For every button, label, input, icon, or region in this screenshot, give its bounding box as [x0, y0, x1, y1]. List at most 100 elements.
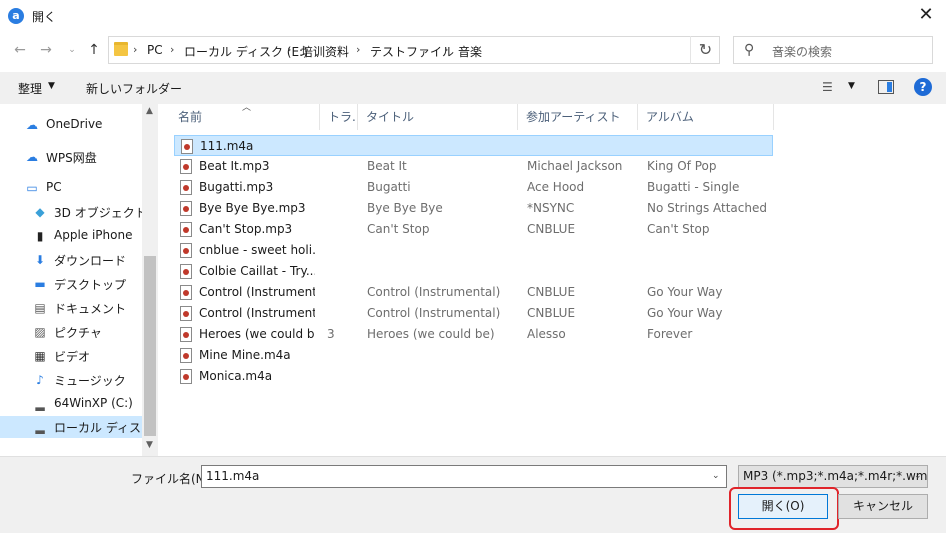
- audio-file-icon: [180, 243, 192, 258]
- help-button[interactable]: ?: [914, 78, 932, 96]
- sidebar-item-music[interactable]: ♪ ミュージック: [0, 369, 142, 391]
- open-button[interactable]: 開く(O): [738, 494, 828, 519]
- sort-ascending-icon: ︿: [242, 103, 252, 113]
- folder-icon: [114, 42, 128, 56]
- preview-pane-icon: [887, 82, 892, 92]
- arrow-left-icon: ←: [14, 42, 26, 58]
- breadcrumb-pc[interactable]: PC: [147, 43, 163, 57]
- cube-icon: ◆: [35, 205, 45, 219]
- sidebar-item-3d-objects[interactable]: ◆ 3D オブジェクト: [0, 201, 142, 223]
- scroll-up-icon[interactable]: ▲: [146, 106, 153, 116]
- chevron-down-icon: ⌄: [68, 45, 76, 55]
- preview-pane-button[interactable]: [878, 80, 894, 94]
- file-row[interactable]: Control (Instrument... Control (Instrume…: [174, 303, 773, 324]
- breadcrumb-music[interactable]: 音楽: [458, 43, 482, 60]
- file-row[interactable]: Beat It.mp3 Beat It Michael Jackson King…: [174, 156, 773, 177]
- sidebar-item-wps[interactable]: ☁ WPS网盘: [0, 146, 142, 168]
- file-row[interactable]: Bye Bye Bye.mp3 Bye Bye Bye *NSYNC No St…: [174, 198, 773, 219]
- back-button[interactable]: ←: [10, 40, 30, 60]
- help-icon: ?: [919, 80, 927, 94]
- cancel-button[interactable]: キャンセル: [838, 494, 928, 519]
- caret-down-icon[interactable]: ▼: [848, 81, 855, 91]
- file-row[interactable]: Bugatti.mp3 Bugatti Ace Hood Bugatti - S…: [174, 177, 773, 198]
- column-header-title[interactable]: タイトル: [358, 104, 518, 130]
- sidebar-item-onedrive[interactable]: ☁ OneDrive: [0, 114, 142, 136]
- refresh-icon: ↻: [698, 40, 713, 59]
- breadcrumb-training[interactable]: 培训资料: [301, 43, 349, 60]
- breadcrumb-separator: ›: [356, 43, 361, 56]
- drive-icon: ▂: [35, 397, 45, 411]
- file-row[interactable]: Can't Stop.mp3 Can't Stop CNBLUE Can't S…: [174, 219, 773, 240]
- breadcrumb-separator: ›: [133, 43, 138, 56]
- up-button[interactable]: ↑: [84, 40, 104, 60]
- arrow-up-icon: ↑: [88, 42, 100, 58]
- sidebar-item-desktop[interactable]: ▬ デスクトップ: [0, 273, 142, 295]
- filetype-select[interactable]: MP3 (*.mp3;*.m4a;*.m4r;*.wma;: [738, 465, 928, 488]
- picture-icon: ▨: [34, 325, 46, 339]
- app-icon: a: [8, 8, 24, 24]
- sidebar-item-drive-e[interactable]: ▂ ローカル ディスク (E: [0, 416, 142, 438]
- sidebar-item-pictures[interactable]: ▨ ピクチャ: [0, 321, 142, 343]
- sidebar-item-videos[interactable]: ▦ ビデオ: [0, 345, 142, 367]
- sidebar-item-iphone[interactable]: ▮ Apple iPhone: [0, 225, 142, 247]
- audio-file-icon: [180, 180, 192, 195]
- document-icon: ▤: [34, 301, 46, 315]
- command-bar: 整理 ▼ 新しいフォルダー ☰ ▼: [0, 72, 946, 104]
- video-icon: ▦: [34, 349, 46, 363]
- caret-down-icon: ▼: [48, 81, 55, 91]
- audio-file-icon: [180, 369, 192, 384]
- chevron-down-icon[interactable]: ⌄: [712, 471, 720, 481]
- file-row[interactable]: 111.m4a: [174, 135, 773, 156]
- audio-file-icon: [180, 201, 192, 216]
- new-folder-button[interactable]: 新しいフォルダー: [86, 80, 182, 97]
- search-icon: ⚲: [744, 42, 755, 58]
- scrollbar-thumb[interactable]: [144, 256, 156, 436]
- download-icon: ⬇: [34, 253, 46, 267]
- filename-input[interactable]: 111.m4a: [201, 465, 727, 488]
- breadcrumb-separator: ›: [287, 43, 292, 56]
- window-title: 開く: [32, 10, 57, 24]
- chevron-down-icon[interactable]: ⌄: [914, 471, 922, 481]
- desktop-icon: ▬: [34, 277, 46, 291]
- close-icon: ✕: [918, 4, 934, 25]
- search-box[interactable]: ⚲ 音楽の検索: [733, 36, 933, 64]
- audio-file-icon: [180, 264, 192, 279]
- breadcrumb-separator: ›: [170, 43, 175, 56]
- music-icon: ♪: [36, 373, 44, 387]
- file-row[interactable]: Control (Instrument... Control (Instrume…: [174, 282, 773, 303]
- sidebar-item-drive-c[interactable]: ▂ 64WinXP (C:): [0, 393, 142, 415]
- audio-file-icon: [180, 285, 192, 300]
- drive-icon: ▂: [35, 420, 45, 434]
- sidebar-item-downloads[interactable]: ⬇ ダウンロード: [0, 249, 142, 271]
- audio-file-icon: [180, 327, 192, 342]
- sidebar-scrollbar[interactable]: ▲ ▼: [142, 104, 158, 456]
- search-input[interactable]: 音楽の検索: [772, 43, 832, 60]
- file-row[interactable]: Mine Mine.m4a: [174, 345, 773, 366]
- close-button[interactable]: ✕: [906, 0, 946, 32]
- column-header-artist[interactable]: 参加アーティスト: [518, 104, 638, 130]
- audio-file-icon: [180, 159, 192, 174]
- address-bar[interactable]: › PC › ローカル ディスク (E:) › 培训资料 › テストファイル ›…: [108, 36, 783, 64]
- audio-file-icon: [180, 222, 192, 237]
- audio-file-icon: [180, 348, 192, 363]
- file-row[interactable]: cnblue - sweet holi...: [174, 240, 773, 261]
- sidebar-item-pc[interactable]: ▭ PC: [0, 177, 142, 199]
- file-row[interactable]: Monica.m4a: [174, 366, 773, 387]
- column-header-track[interactable]: トラ...: [320, 104, 358, 130]
- recent-locations-button[interactable]: ⌄: [62, 40, 82, 60]
- navigation-pane: ☁ OneDrive ☁ WPS网盘 ▭ PC ◆ 3D オブジェクト ▮ Ap…: [0, 104, 158, 456]
- cloud-icon: ☁: [26, 150, 38, 164]
- cloud-icon: ☁: [26, 118, 38, 132]
- view-options-icon[interactable]: ☰: [822, 80, 833, 94]
- column-header-album[interactable]: アルバム: [638, 104, 774, 130]
- scroll-down-icon[interactable]: ▼: [146, 440, 153, 450]
- title-bar: [0, 0, 946, 32]
- file-row[interactable]: Heroes (we could b... 3 Heroes (we could…: [174, 324, 773, 345]
- computer-icon: ▭: [26, 181, 38, 195]
- breadcrumb-test-files[interactable]: テストファイル: [370, 43, 454, 60]
- refresh-button[interactable]: ↻: [690, 36, 720, 64]
- forward-button[interactable]: →: [36, 40, 56, 60]
- sidebar-item-documents[interactable]: ▤ ドキュメント: [0, 297, 142, 319]
- organize-button[interactable]: 整理: [18, 80, 42, 97]
- file-row[interactable]: Colbie Caillat - Try....: [174, 261, 773, 282]
